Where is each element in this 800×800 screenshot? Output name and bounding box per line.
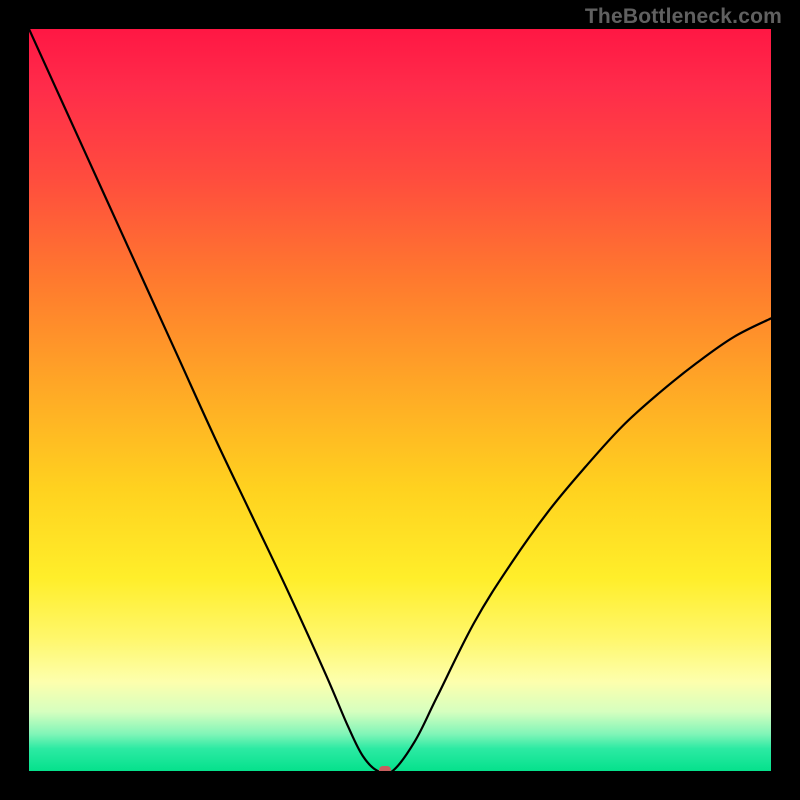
bottleneck-curve-line [29,29,771,771]
watermark-text: TheBottleneck.com [585,5,782,29]
chart-curve-svg [29,29,771,771]
chart-plot-area [29,29,771,771]
marker-point [379,766,391,771]
